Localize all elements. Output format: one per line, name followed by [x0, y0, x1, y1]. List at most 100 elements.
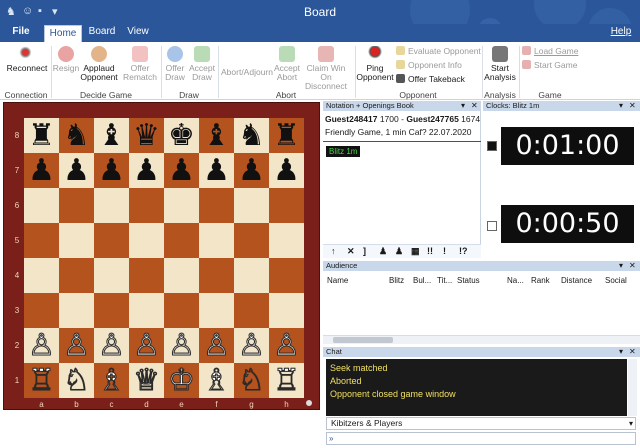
black-piece[interactable]: ♟ — [164, 153, 199, 188]
board-square-f4[interactable] — [199, 258, 234, 293]
white-piece[interactable]: ♕ — [129, 363, 164, 399]
evaluate-opponent-button[interactable]: Evaluate Opponent — [396, 45, 481, 57]
white-piece[interactable]: ♘ — [234, 363, 269, 399]
column-header[interactable]: Tit... — [437, 276, 452, 285]
white-piece[interactable]: ♙ — [94, 328, 129, 364]
column-header[interactable]: Status — [457, 276, 480, 285]
board-square-a5[interactable] — [24, 223, 59, 258]
opponent-info-button[interactable]: Opponent Info — [396, 59, 462, 71]
column-header[interactable]: Na... — [507, 276, 524, 285]
black-piece[interactable]: ♚ — [164, 118, 199, 153]
board-square-h6[interactable] — [269, 188, 304, 223]
column-header[interactable]: Distance — [561, 276, 592, 285]
board-square-a3[interactable] — [24, 293, 59, 328]
black-piece[interactable]: ♟ — [24, 153, 59, 188]
board-square-h5[interactable] — [269, 223, 304, 258]
pin-icon[interactable]: ▾ — [461, 101, 465, 111]
column-header[interactable]: Social — [605, 276, 627, 285]
black-piece[interactable]: ♟ — [59, 153, 94, 188]
board-square-b5[interactable] — [59, 223, 94, 258]
white-piece[interactable]: ♔ — [164, 363, 199, 399]
annotation-button[interactable]: ✕ — [347, 246, 355, 257]
start-analysis-button[interactable]: Start Analysis — [484, 46, 516, 82]
chat-input[interactable]: » — [326, 432, 636, 445]
white-piece[interactable]: ♙ — [234, 328, 269, 364]
board-square-c5[interactable] — [94, 223, 129, 258]
reconnect-button[interactable]: Reconnect — [4, 46, 50, 73]
white-piece[interactable]: ♖ — [269, 363, 304, 399]
scrollbar-thumb[interactable] — [333, 337, 393, 343]
white-piece[interactable]: ♙ — [199, 328, 234, 364]
board-square-d5[interactable] — [129, 223, 164, 258]
resign-button[interactable]: Resign — [52, 46, 80, 73]
black-piece[interactable]: ♟ — [269, 153, 304, 188]
close-icon[interactable]: ✕ — [629, 347, 636, 357]
accept-draw-button[interactable]: Accept Draw — [188, 46, 216, 82]
black-piece[interactable]: ♝ — [199, 118, 234, 153]
chat-channel-select[interactable]: Kibitzers & Players ▾ — [326, 417, 636, 430]
board-square-b3[interactable] — [59, 293, 94, 328]
ping-opponent-button[interactable]: Ping Opponent — [356, 46, 394, 82]
offer-takeback-button[interactable]: Offer Takeback — [396, 73, 465, 85]
black-piece[interactable]: ♟ — [234, 153, 269, 188]
white-piece[interactable]: ♘ — [59, 363, 94, 399]
close-icon[interactable]: ✕ — [471, 101, 478, 111]
column-header[interactable]: Rank — [531, 276, 550, 285]
board-square-b4[interactable] — [59, 258, 94, 293]
abort-adjourn-button[interactable]: Abort/Adjourn — [219, 68, 275, 77]
chessboard[interactable]: ♜ ♞ ♝ ♛ ♚ ♝ ♞ ♜ ♟ ♟ ♟ ♟ ♟ ♟ ♟ ♟ ♙ ♙ ♙ ♙ ♙ ♙ ♙ ♙ ♖ ♘ ♗ ♕ ♔ ♗ ♘ ♖ — [24, 118, 304, 399]
white-piece[interactable]: ♙ — [59, 328, 94, 364]
board-square-g4[interactable] — [234, 258, 269, 293]
chat-scrollbar[interactable] — [628, 359, 637, 416]
board-square-c6[interactable] — [94, 188, 129, 223]
board-square-e4[interactable] — [164, 258, 199, 293]
start-game-button[interactable]: Start Game — [522, 59, 577, 71]
column-header[interactable]: Name — [327, 276, 348, 285]
board-square-c3[interactable] — [94, 293, 129, 328]
board-square-f6[interactable] — [199, 188, 234, 223]
board-square-d4[interactable] — [129, 258, 164, 293]
white-piece[interactable]: ♗ — [94, 363, 129, 399]
black-piece[interactable]: ♞ — [234, 118, 269, 153]
horizontal-scrollbar[interactable] — [323, 335, 640, 344]
accept-abort-button[interactable]: Accept Abort — [274, 46, 300, 82]
white-piece[interactable]: ♗ — [199, 363, 234, 399]
annotation-button[interactable]: ♟ — [395, 246, 403, 257]
black-piece[interactable]: ♞ — [59, 118, 94, 153]
board-square-d3[interactable] — [129, 293, 164, 328]
applaud-opponent-button[interactable]: Applaud Opponent — [80, 46, 118, 82]
annotation-button[interactable]: ! — [443, 246, 446, 256]
white-piece[interactable]: ♖ — [24, 363, 59, 399]
help-link[interactable]: Help — [606, 24, 636, 42]
offer-rematch-button[interactable]: Offer Rematch — [120, 46, 160, 82]
tab-view[interactable]: View — [122, 24, 154, 42]
board-square-g6[interactable] — [234, 188, 269, 223]
board-square-h3[interactable] — [269, 293, 304, 328]
pin-icon[interactable]: ▾ — [619, 261, 623, 271]
board-square-f5[interactable] — [199, 223, 234, 258]
white-piece[interactable]: ♙ — [164, 328, 199, 364]
annotation-button[interactable]: !? — [459, 246, 468, 256]
board-square-a6[interactable] — [24, 188, 59, 223]
tab-board[interactable]: Board — [84, 24, 120, 42]
board-square-g5[interactable] — [234, 223, 269, 258]
load-game-button[interactable]: Load Game — [522, 45, 578, 57]
tab-home[interactable]: Home — [44, 25, 82, 42]
close-icon[interactable]: ✕ — [629, 261, 636, 271]
black-piece[interactable]: ♟ — [199, 153, 234, 188]
board-square-e6[interactable] — [164, 188, 199, 223]
annotation-button[interactable]: ▦ — [411, 246, 420, 257]
annotation-button[interactable]: ↑ — [331, 246, 336, 256]
board-square-b6[interactable] — [59, 188, 94, 223]
board-square-e3[interactable] — [164, 293, 199, 328]
black-piece[interactable]: ♟ — [94, 153, 129, 188]
column-header[interactable]: Bul... — [413, 276, 431, 285]
annotation-button[interactable]: ] — [363, 246, 366, 256]
pin-icon[interactable]: ▾ — [619, 347, 623, 357]
board-square-g3[interactable] — [234, 293, 269, 328]
black-piece[interactable]: ♜ — [269, 118, 304, 153]
white-piece[interactable]: ♙ — [269, 328, 304, 364]
black-piece[interactable]: ♝ — [94, 118, 129, 153]
column-header[interactable]: Blitz — [389, 276, 404, 285]
board-square-d6[interactable] — [129, 188, 164, 223]
